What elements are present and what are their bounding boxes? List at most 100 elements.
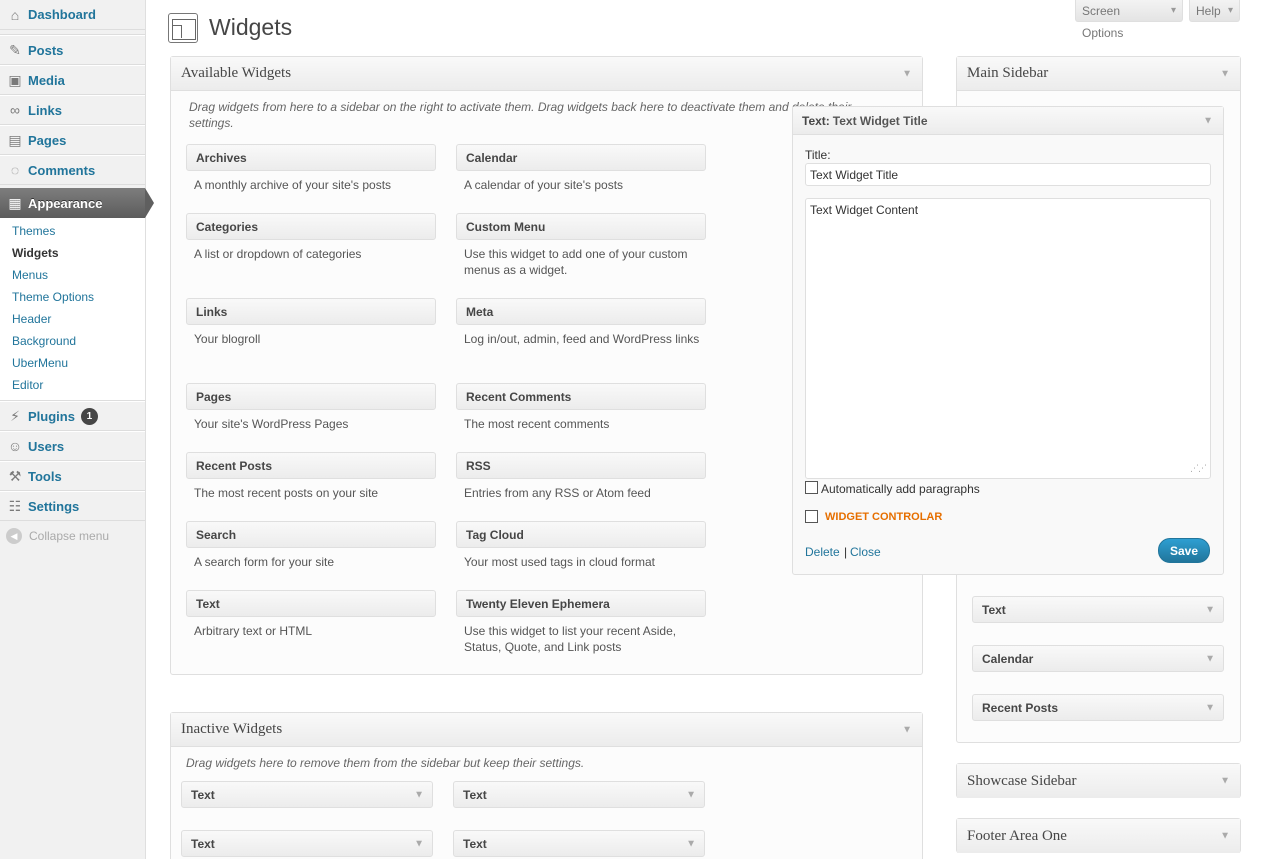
submenu-background[interactable]: Background: [0, 330, 145, 352]
widget-search[interactable]: Search: [186, 521, 436, 548]
submenu-ubermenu[interactable]: UberMenu: [0, 352, 145, 374]
appearance-icon: ▦: [8, 194, 22, 211]
widget-text[interactable]: Text: [186, 590, 436, 617]
inactive-widgets-header[interactable]: Inactive Widgets ▼: [171, 713, 922, 747]
available-widgets-header[interactable]: Available Widgets ▼: [171, 57, 922, 91]
menu-tools[interactable]: ⚒ Tools: [0, 461, 145, 491]
menu-media[interactable]: ▣ Media: [0, 65, 145, 95]
expand-arrow-icon[interactable]: ▼: [414, 838, 424, 849]
expand-arrow-icon[interactable]: ▼: [1205, 604, 1215, 615]
widget-meta[interactable]: Meta: [456, 298, 706, 325]
widget-recent-posts[interactable]: Recent Posts: [186, 452, 436, 479]
tools-icon: ⚒: [8, 467, 22, 484]
expand-arrow-icon[interactable]: ▼: [414, 789, 424, 800]
widget-description: The most recent comments: [464, 417, 610, 431]
toggle-arrow-icon[interactable]: ▼: [1220, 68, 1230, 79]
widget-calendar[interactable]: Calendar: [456, 144, 706, 171]
widget-archives[interactable]: Archives: [186, 144, 436, 171]
footer-area-one-box: Footer Area One ▼: [956, 818, 1241, 853]
dashboard-icon: ⌂: [10, 6, 20, 23]
widget-description: Log in/out, admin, feed and WordPress li…: [464, 332, 700, 346]
plugins-update-badge: 1: [80, 407, 98, 425]
menu-dashboard[interactable]: ⌂ Dashboard: [0, 0, 145, 30]
submenu-menus[interactable]: Menus: [0, 264, 145, 286]
menu-posts[interactable]: ✎ Posts: [0, 35, 145, 65]
save-button[interactable]: Save: [1158, 538, 1210, 563]
submenu-theme-options[interactable]: Theme Options: [0, 286, 145, 308]
title-label: Title:: [805, 148, 831, 162]
widget-tag-cloud[interactable]: Tag Cloud: [456, 521, 706, 548]
sidebar-widget-recent-posts[interactable]: Recent Posts ▼: [972, 694, 1224, 721]
collapse-arrow-icon: ◀: [6, 528, 22, 544]
pin-icon: ✎: [9, 41, 21, 58]
close-link[interactable]: Close: [850, 545, 881, 559]
auto-paragraphs-checkbox[interactable]: [805, 481, 818, 494]
open-widget-header[interactable]: Text: Text Widget Title ▼: [793, 107, 1223, 135]
menu-settings[interactable]: ☷ Settings: [0, 491, 145, 521]
widget-custom-menu[interactable]: Custom Menu: [456, 213, 706, 240]
showcase-sidebar-header[interactable]: Showcase Sidebar ▼: [957, 764, 1240, 798]
widget-description: Your blogroll: [194, 332, 261, 346]
media-icon: ▣: [8, 71, 22, 88]
menu-comments[interactable]: ◌ Comments: [0, 155, 145, 185]
footer-area-one-header[interactable]: Footer Area One ▼: [957, 819, 1240, 853]
toggle-arrow-icon[interactable]: ▼: [1220, 776, 1230, 787]
menu-links[interactable]: ∞ Links: [0, 95, 145, 125]
link-separator: |: [844, 545, 848, 559]
expand-arrow-icon[interactable]: ▼: [686, 789, 696, 800]
widget-description: Your most used tags in cloud format: [464, 555, 655, 569]
inactive-widget-text[interactable]: Text ▼: [453, 830, 705, 857]
delete-link[interactable]: Delete: [805, 545, 840, 559]
menu-users[interactable]: ☺ Users: [0, 431, 145, 461]
content-textarea[interactable]: Text Widget Content ⋰⋰: [805, 198, 1211, 479]
inactive-widget-text[interactable]: Text ▼: [181, 781, 433, 808]
available-widgets-description: Drag widgets from here to a sidebar on t…: [189, 100, 852, 130]
inactive-widget-text[interactable]: Text ▼: [453, 781, 705, 808]
title-input[interactable]: Text Widget Title: [805, 163, 1211, 186]
main-sidebar-header[interactable]: Main Sidebar ▼: [957, 57, 1240, 91]
expand-arrow-icon[interactable]: ▼: [686, 838, 696, 849]
widget-description: A list or dropdown of categories: [194, 247, 362, 261]
expand-arrow-icon[interactable]: ▼: [1205, 702, 1215, 713]
submenu-editor[interactable]: Editor: [0, 374, 145, 396]
resize-handle-icon[interactable]: ⋰⋰: [1190, 463, 1207, 474]
pages-icon: ▤: [8, 131, 22, 148]
submenu-header[interactable]: Header: [0, 308, 145, 330]
submenu-widgets[interactable]: Widgets: [0, 242, 145, 264]
toggle-arrow-icon[interactable]: ▼: [902, 68, 912, 79]
collapse-menu[interactable]: ◀ Collapse menu: [0, 521, 145, 551]
collapse-arrow-icon[interactable]: ▼: [1203, 115, 1213, 126]
users-icon: ☺: [7, 438, 23, 454]
widget-description: The most recent posts on your site: [194, 486, 379, 500]
comment-icon: ◌: [10, 162, 20, 178]
widget-recent-comments[interactable]: Recent Comments: [456, 383, 706, 410]
sidebar-widget-text[interactable]: Text ▼: [972, 596, 1224, 623]
plugin-icon: ⚡: [10, 407, 20, 424]
settings-icon: ☷: [8, 497, 22, 514]
menu-pages[interactable]: ▤ Pages: [0, 125, 145, 155]
screen-options-button[interactable]: Screen Options: [1075, 0, 1183, 40]
widgets-page-icon: [168, 13, 198, 43]
appearance-submenu: Themes Widgets Menus Theme Options Heade…: [0, 218, 145, 401]
widget-controlar-label: WIDGET CONTROLAR: [825, 511, 943, 523]
widget-rss[interactable]: RSS: [456, 452, 706, 479]
widget-description: Your site's WordPress Pages: [194, 417, 349, 431]
widget-description: Arbitrary text or HTML: [194, 624, 313, 638]
widget-pages[interactable]: Pages: [186, 383, 436, 410]
widget-links[interactable]: Links: [186, 298, 436, 325]
widget-controlar-checkbox[interactable]: [805, 510, 818, 523]
widget-twenty-eleven-ephemera[interactable]: Twenty Eleven Ephemera: [456, 590, 706, 617]
menu-appearance[interactable]: ▦ Appearance: [0, 188, 154, 218]
widget-description: A calendar of your site's posts: [464, 178, 624, 192]
toggle-arrow-icon[interactable]: ▼: [902, 724, 912, 735]
toggle-arrow-icon[interactable]: ▼: [1220, 831, 1230, 842]
help-button[interactable]: Help: [1189, 0, 1240, 22]
submenu-themes[interactable]: Themes: [0, 220, 145, 242]
menu-plugins[interactable]: ⚡ Plugins 1: [0, 401, 145, 431]
sidebar-widget-calendar[interactable]: Calendar ▼: [972, 645, 1224, 672]
expand-arrow-icon[interactable]: ▼: [1205, 653, 1215, 664]
widget-categories[interactable]: Categories: [186, 213, 436, 240]
inactive-widget-text[interactable]: Text ▼: [181, 830, 433, 857]
link-icon: ∞: [10, 102, 20, 118]
widget-description: A search form for your site: [194, 555, 335, 569]
